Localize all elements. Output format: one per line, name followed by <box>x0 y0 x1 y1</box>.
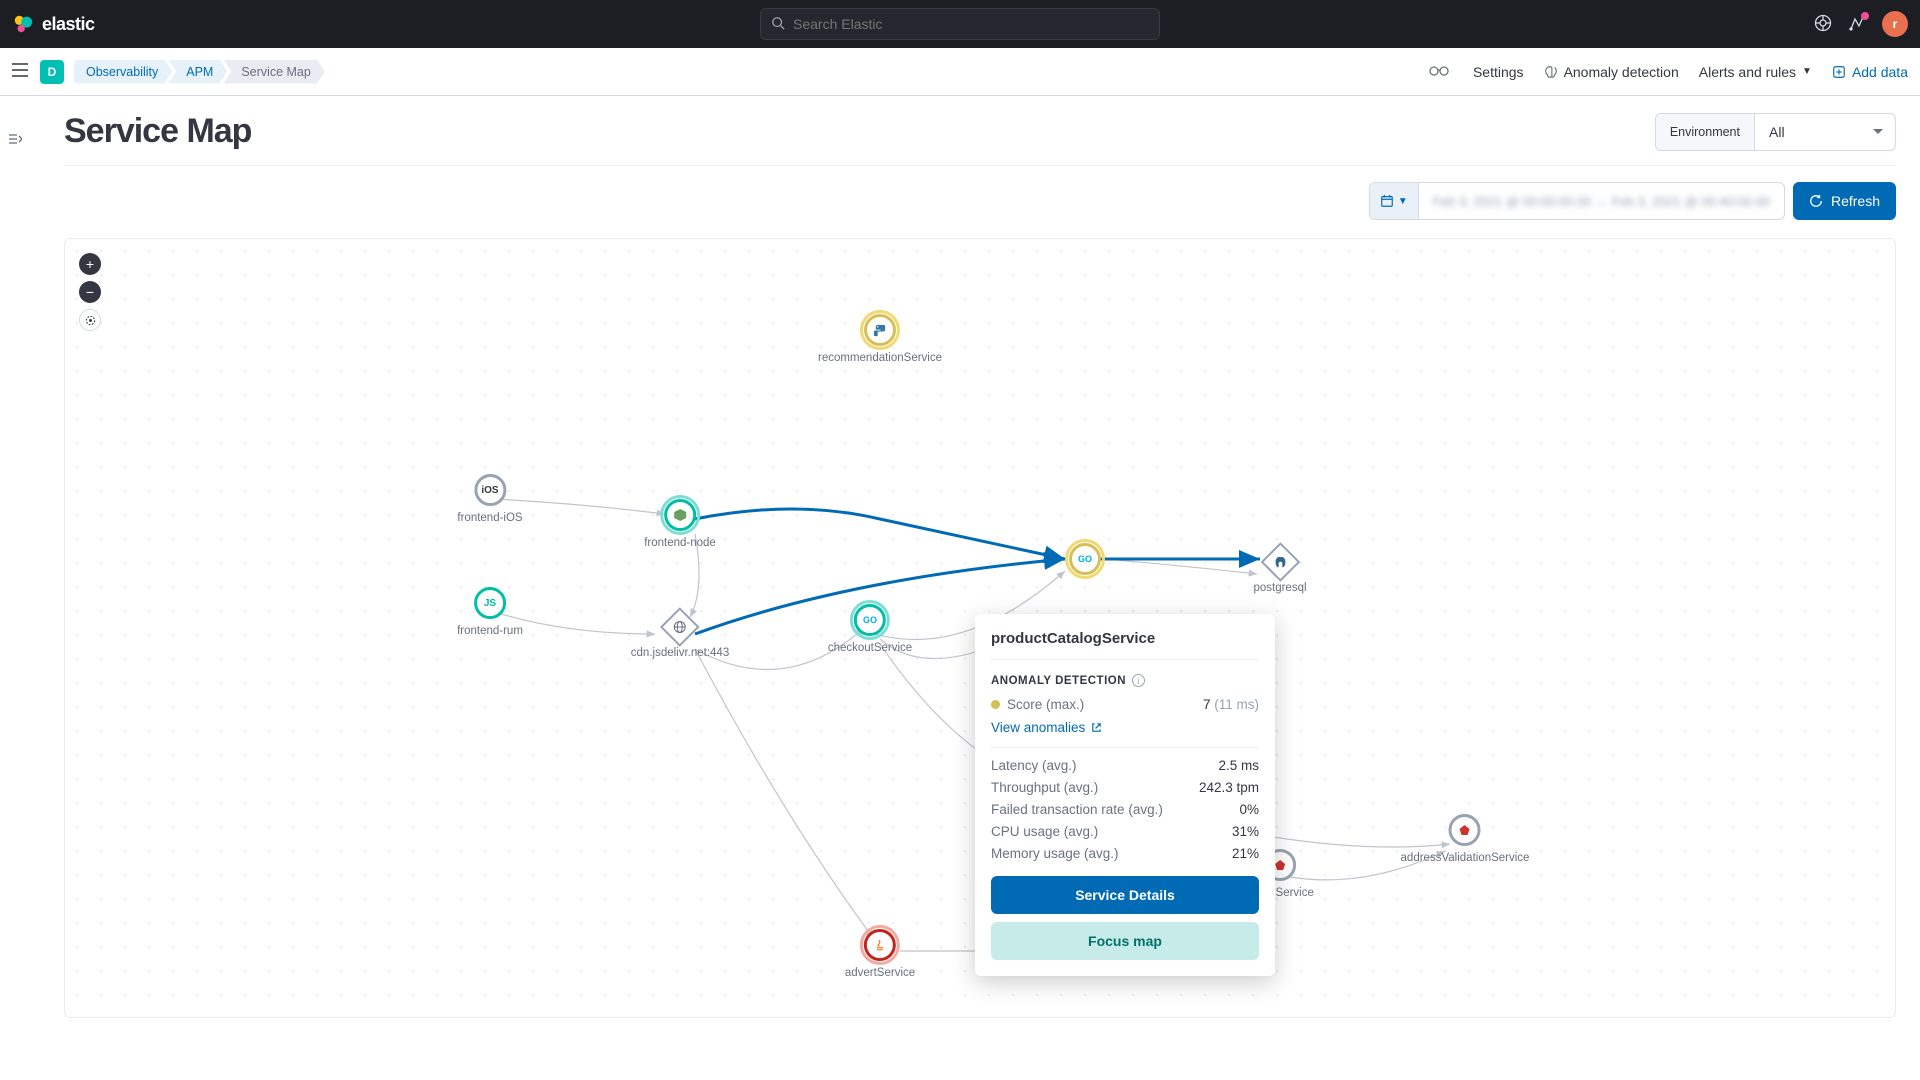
refresh-button[interactable]: Refresh <box>1793 182 1896 220</box>
score-value: 7 (11 ms) <box>1203 697 1259 712</box>
view-anomalies-link[interactable]: View anomalies <box>991 720 1259 735</box>
node-recommendation[interactable]: recommendationService <box>818 314 942 364</box>
python-icon <box>872 323 887 338</box>
node-postgresql[interactable]: postgresql <box>1253 544 1306 594</box>
user-avatar[interactable]: r <box>1882 11 1908 37</box>
inspect-icon[interactable] <box>1429 63 1449 80</box>
node-frontend-ios[interactable]: iOS frontend-iOS <box>457 474 522 524</box>
nav-toggle-icon[interactable] <box>12 63 28 80</box>
ruby-icon <box>1458 823 1472 837</box>
add-data-link[interactable]: Add data <box>1832 64 1908 80</box>
node-product-catalog[interactable]: GO <box>1069 543 1101 575</box>
calendar-icon <box>1380 194 1394 208</box>
service-map-canvas[interactable]: + − <box>64 238 1896 1018</box>
anomaly-detection-link[interactable]: Anomaly detection <box>1544 64 1679 80</box>
environment-label: Environment <box>1656 114 1755 150</box>
elastic-logo-icon <box>12 13 34 35</box>
chevron-down-icon: ▼ <box>1802 66 1812 77</box>
global-search[interactable] <box>760 8 1160 40</box>
newsfeed-icon[interactable] <box>1848 14 1866 35</box>
app-header: D Observability APM Service Map Settings… <box>0 48 1920 96</box>
breadcrumb: Observability APM Service Map <box>74 60 325 84</box>
java-icon <box>873 938 887 952</box>
search-icon <box>771 16 785 33</box>
settings-link[interactable]: Settings <box>1473 64 1524 80</box>
plus-circle-icon <box>1832 65 1846 79</box>
date-range-picker[interactable]: ▼ Feb 3, 2021 @ 00:00:00.00 → Feb 3, 202… <box>1369 182 1785 220</box>
node-checkout[interactable]: GO checkoutService <box>828 604 912 654</box>
zoom-controls: + − <box>79 253 101 331</box>
node-advert[interactable]: advertService <box>845 929 915 979</box>
chevron-down-icon: ▼ <box>1398 196 1408 207</box>
header-divider <box>64 165 1896 166</box>
node-frontend-node[interactable]: frontend-node <box>644 499 716 549</box>
notification-dot <box>1861 12 1869 20</box>
nodejs-icon <box>673 508 687 522</box>
date-range-display[interactable]: Feb 3, 2021 @ 00:00:00.00 → Feb 3, 2021 … <box>1419 183 1784 219</box>
brand-name: elastic <box>42 14 95 35</box>
page-title: Service Map <box>64 112 251 151</box>
environment-selector[interactable]: Environment All <box>1655 113 1896 151</box>
search-input[interactable] <box>793 16 1149 32</box>
ruby-icon <box>1273 858 1287 872</box>
node-cdn[interactable]: cdn.jsdelivr.net:443 <box>631 609 729 659</box>
brand-logo[interactable]: elastic <box>12 13 95 35</box>
zoom-fit-button[interactable] <box>79 309 101 331</box>
global-header: elastic r <box>0 0 1920 48</box>
stats-list: Latency (avg.)2.5 ms Throughput (avg.)24… <box>991 758 1259 861</box>
focus-map-button[interactable]: Focus map <box>991 922 1259 960</box>
service-popover: productCatalogService ANOMALY DETECTION … <box>975 614 1275 976</box>
zoom-in-button[interactable]: + <box>79 253 101 275</box>
breadcrumb-observability[interactable]: Observability <box>74 60 172 84</box>
help-icon[interactable] <box>1814 14 1832 35</box>
info-icon[interactable]: i <box>1132 674 1145 687</box>
score-label: Score (max.) <box>991 697 1084 712</box>
globe-icon <box>673 620 687 634</box>
zoom-out-button[interactable]: − <box>79 281 101 303</box>
calendar-button[interactable]: ▼ <box>1370 183 1419 219</box>
alerts-rules-link[interactable]: Alerts and rules ▼ <box>1699 64 1812 80</box>
sidebar-expand-icon[interactable] <box>8 132 22 149</box>
anomaly-section-header: ANOMALY DETECTION i <box>991 674 1259 687</box>
breadcrumb-apm[interactable]: APM <box>168 60 227 84</box>
environment-value[interactable]: All <box>1755 114 1895 150</box>
refresh-icon <box>1809 194 1823 208</box>
brain-icon <box>1544 65 1558 79</box>
node-address-validation[interactable]: addressValidationService <box>1401 814 1530 864</box>
breadcrumb-service-map: Service Map <box>223 60 324 84</box>
external-link-icon <box>1091 722 1102 733</box>
popover-divider <box>991 747 1259 748</box>
postgresql-icon <box>1274 556 1287 569</box>
space-selector[interactable]: D <box>40 60 64 84</box>
popover-title: productCatalogService <box>991 630 1259 660</box>
node-frontend-rum[interactable]: JS frontend-rum <box>457 587 523 637</box>
service-details-button[interactable]: Service Details <box>991 876 1259 914</box>
status-dot-icon <box>991 700 1000 709</box>
